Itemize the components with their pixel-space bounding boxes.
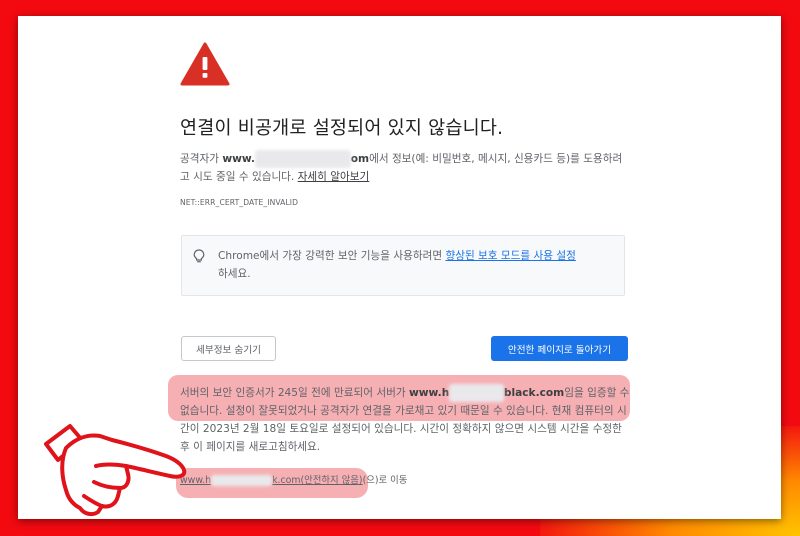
proceed-link-end: k.com(안전하지 않음) [272, 475, 363, 486]
domain-start: www. [222, 153, 256, 165]
lightbulb-icon [193, 249, 205, 263]
tip-text-after: 하세요. [218, 268, 251, 280]
details-domain-start: www.h [408, 387, 450, 399]
desc-prefix: 공격자가 [180, 153, 223, 165]
tip-text-before: Chrome에서 가장 강력한 보안 기능을 사용하려면 [218, 250, 446, 262]
error-description: 공격자가 www.xxxxxxxxxxxxxxom에서 정보(예: 비밀번호, … [180, 150, 630, 186]
domain-end: om [350, 153, 370, 165]
error-code: NET::ERR_CERT_DATE_INVALID [180, 198, 299, 207]
learn-more-link[interactable]: 자세히 알아보기 [298, 171, 370, 183]
enhanced-protection-link[interactable]: 향상된 보호 모드를 사용 설정 [445, 250, 575, 262]
warning-triangle-icon [180, 42, 230, 86]
details-part1: 서버의 보안 인증서가 245일 전에 만료되어 서버가 [180, 387, 409, 399]
blurred-domain: xxxxxxxxxxxxxx [255, 150, 351, 168]
hide-details-button[interactable]: 세부정보 숨기기 [181, 336, 276, 361]
error-page: 연결이 비공개로 설정되어 있지 않습니다. 공격자가 www.xxxxxxxx… [18, 16, 781, 519]
proceed-unsafe-link[interactable]: www.hxxxxxxxxxxxk.com(안전하지 않음) [180, 475, 363, 486]
details-domain: www.hxxxxxxxxblack.com [408, 384, 565, 402]
proceed-line: www.hxxxxxxxxxxxk.com(안전하지 않음)(으)로 이동 [180, 472, 407, 486]
blurred-domain: xxxxxxxxxxx [211, 475, 273, 486]
site-domain: www.xxxxxxxxxxxxxxom [222, 150, 370, 168]
back-to-safety-button[interactable]: 안전한 페이지로 돌아가기 [491, 336, 628, 361]
tip-text: Chrome에서 가장 강력한 보안 기능을 사용하려면 향상된 보호 모드를 … [218, 247, 618, 283]
page-title: 연결이 비공개로 설정되어 있지 않습니다. [180, 118, 504, 139]
details-domain-end: black.com [503, 387, 565, 399]
enhanced-protection-tip: Chrome에서 가장 강력한 보안 기능을 사용하려면 향상된 보호 모드를 … [181, 235, 625, 296]
proceed-suffix: (으)로 이동 [362, 475, 408, 486]
blurred-domain: xxxxxxxx [449, 384, 504, 402]
details-text: 서버의 보안 인증서가 245일 전에 만료되어 서버가 www.hxxxxxx… [180, 384, 630, 456]
pointing-hand-icon [44, 424, 187, 517]
